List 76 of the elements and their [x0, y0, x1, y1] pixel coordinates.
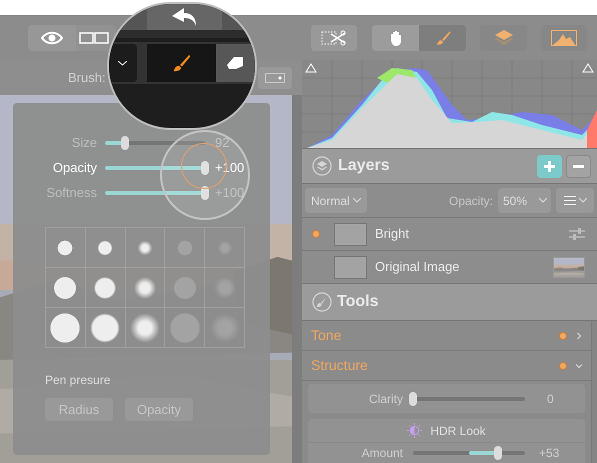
brush-preset-button[interactable]: [46, 228, 86, 268]
brush-preset-button[interactable]: [86, 308, 126, 348]
blend-mode-dropdown[interactable]: Normal: [305, 188, 367, 213]
menu-icon: [564, 196, 576, 205]
slider-label: Amount: [360, 445, 403, 462]
eraser-mode-button[interactable]: [216, 44, 255, 82]
brush-preset-button[interactable]: [126, 308, 166, 348]
slider-label: Opacity: [52, 158, 97, 177]
undo-icon: [172, 8, 198, 26]
brush-tool-button[interactable]: [419, 24, 466, 50]
eye-icon: [41, 30, 63, 44]
slider-value: +53: [539, 445, 560, 462]
chevron-down-icon: [118, 60, 128, 66]
remove-layer-button[interactable]: [566, 154, 591, 178]
brush-preset-button[interactable]: [86, 268, 126, 308]
layers-icon: [494, 30, 512, 45]
opacity-label: Opacity:: [448, 192, 493, 210]
eraser-icon: [226, 56, 244, 70]
layer-menu-button[interactable]: [556, 188, 594, 213]
slider-thumb[interactable]: [201, 186, 209, 200]
hand-tool-button[interactable]: [372, 24, 419, 50]
brush-tip-icon: [53, 276, 78, 300]
slider-thumb[interactable]: [201, 160, 209, 174]
pen-pressure-label: Pen presure: [45, 372, 112, 389]
brush-circle-icon: [312, 292, 332, 312]
chevron-down-icon: [539, 198, 547, 203]
chevron-down-icon: [352, 198, 361, 203]
brush-dropdown[interactable]: [109, 44, 137, 82]
shadow-clipping-icon: [305, 63, 317, 73]
brush-preset-button[interactable]: [46, 308, 86, 348]
brush-tip-icon: [97, 240, 114, 256]
brush-tip-icon: [132, 276, 157, 300]
split-view-icon: [79, 32, 109, 44]
slider-label: Clarity: [368, 390, 403, 408]
layer-name: Bright: [375, 225, 409, 244]
slider-thumb[interactable]: [121, 136, 129, 150]
slider-thumb[interactable]: [494, 446, 502, 460]
brush-tip-icon: [49, 312, 82, 344]
hdr-look-title: HDR Look: [430, 422, 486, 440]
layers-icon: [312, 156, 332, 176]
half-moon-icon: [407, 423, 422, 438]
brush-preset-button[interactable]: [126, 228, 166, 268]
brush-tip-icon: [93, 276, 118, 300]
layers-title: Layers: [338, 156, 390, 176]
crop-scissors-icon: [321, 30, 347, 46]
brush-preset-button[interactable]: [126, 268, 166, 308]
undo-button[interactable]: [147, 4, 222, 30]
layer-name: Original Image: [375, 258, 460, 276]
brush-tip-icon: [89, 312, 122, 344]
pattern-button[interactable]: [258, 66, 292, 88]
brush-label: Brush:: [68, 68, 106, 87]
compare-button[interactable]: [76, 24, 116, 50]
sliders-icon: [569, 228, 585, 240]
slider-value: 0: [547, 390, 554, 408]
brush-tip-icon: [128, 312, 161, 344]
crop-button[interactable]: [311, 24, 357, 50]
histogram-icon: [551, 30, 577, 46]
slider-thumb[interactable]: [409, 392, 417, 406]
histogram-button[interactable]: [541, 24, 587, 50]
hand-icon: [388, 30, 402, 46]
brush-preset-button[interactable]: [46, 268, 86, 308]
brush-mode-button[interactable]: [146, 44, 216, 82]
minus-icon: [573, 164, 584, 168]
layer-mask-thumbnail: [334, 256, 367, 278]
layer-mask-thumbnail: [334, 222, 367, 246]
opacity-dropdown[interactable]: 50%: [498, 188, 551, 213]
pattern-icon: [265, 72, 285, 82]
tools-title: Tools: [337, 292, 378, 312]
brush-preset-button[interactable]: [86, 228, 126, 268]
plus-icon: [544, 160, 555, 172]
highlight-clipping-icon: [582, 63, 594, 73]
chevron-down-icon: [578, 198, 586, 203]
brush-tip-icon: [136, 240, 153, 256]
add-layer-button[interactable]: [537, 154, 562, 178]
brush-tip-icon: [57, 240, 74, 256]
layers-button[interactable]: [480, 24, 527, 50]
